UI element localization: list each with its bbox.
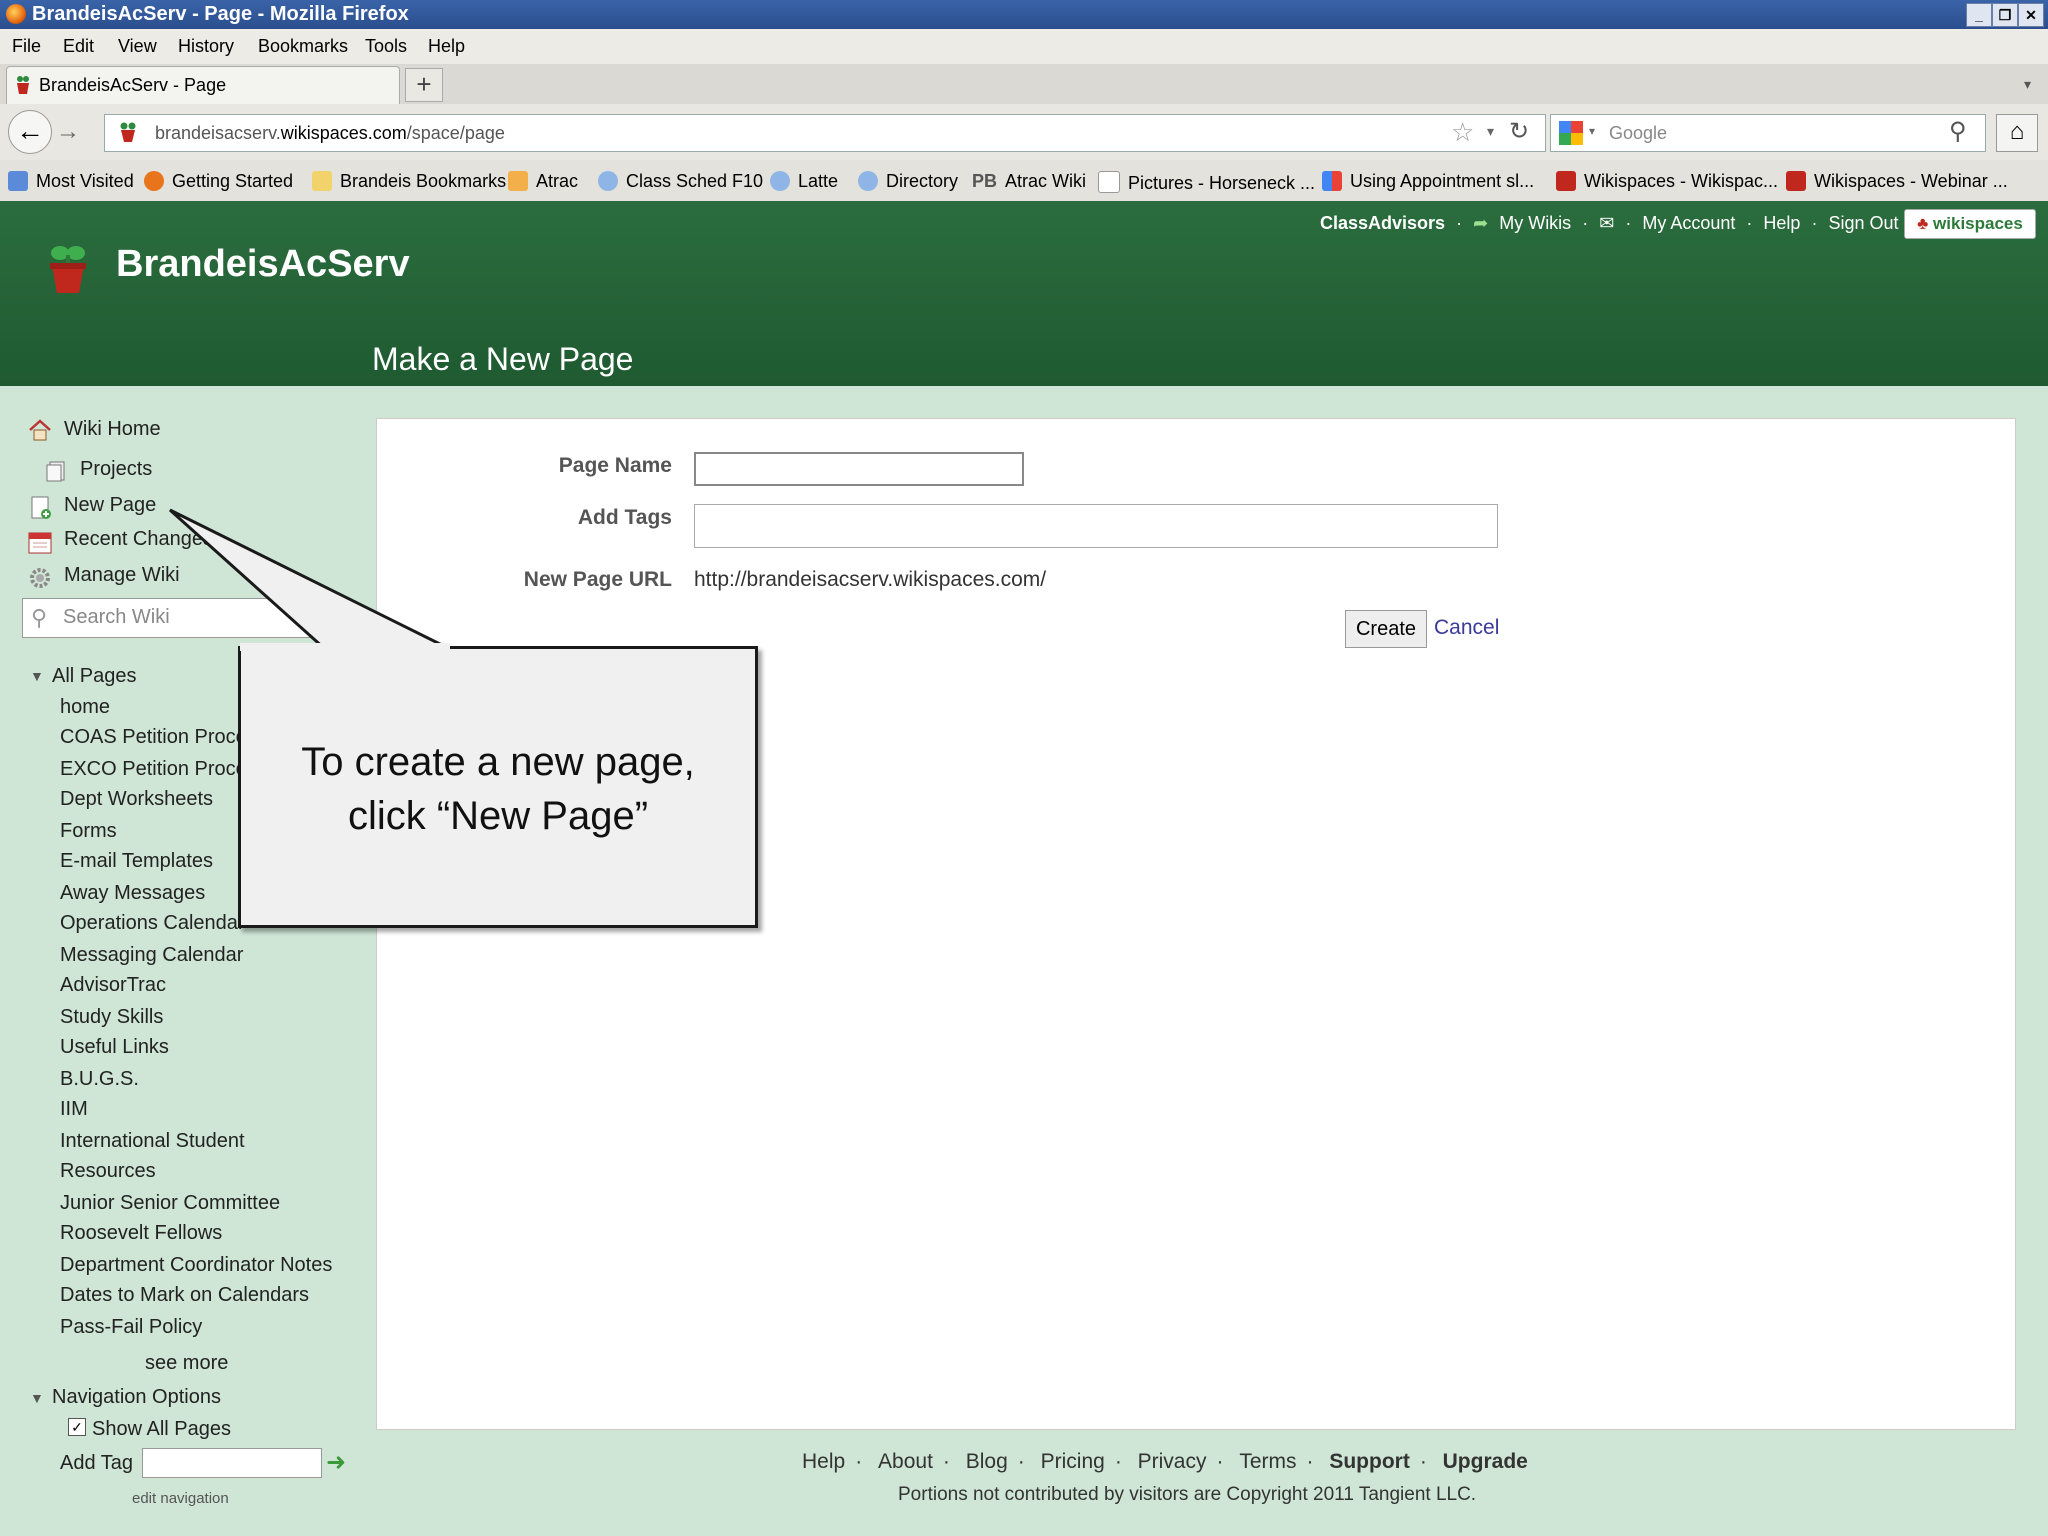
footer-terms-link[interactable]: Terms [1239, 1450, 1296, 1473]
my-wikis-arrow-icon: ➦ [1473, 213, 1489, 233]
add-tag-input[interactable] [142, 1448, 322, 1478]
sidebar-navigation-options[interactable]: Navigation Options [52, 1386, 221, 1409]
wikispaces-pot-icon [1786, 171, 1806, 191]
footer-about-link[interactable]: About [878, 1450, 933, 1473]
home-button[interactable]: ⌂ [1996, 114, 2038, 152]
sidebar-page-link[interactable]: COAS Petition Process [60, 726, 267, 749]
sidebar-page-link[interactable]: Junior Senior Committee [60, 1192, 280, 1215]
show-all-pages-label: Show All Pages [92, 1418, 231, 1440]
callout-text: To create a new page, click “New Page” [301, 740, 695, 838]
footer-blog-link[interactable]: Blog [966, 1450, 1008, 1473]
sidebar-page-link[interactable]: B.U.G.S. [60, 1068, 139, 1091]
google-icon [1559, 121, 1583, 145]
bookmark-wikispaces-webinar[interactable]: Wikispaces - Webinar ... [1786, 171, 2008, 192]
search-icon[interactable]: ⚲ [1949, 117, 1967, 146]
username-link[interactable]: ClassAdvisors [1320, 213, 1445, 233]
sidebar-page-link[interactable]: IIM [60, 1098, 88, 1121]
add-tags-input[interactable] [694, 504, 1498, 548]
bookmark-pictures-horseneck[interactable]: Pictures - Horseneck ... [1098, 171, 1315, 194]
home-icon: ⌂ [2009, 118, 2025, 145]
sidebar-page-link[interactable]: Messaging Calendar [60, 944, 243, 967]
sidebar-page-link[interactable]: Pass-Fail Policy [60, 1316, 202, 1339]
reload-icon[interactable]: ↻ [1509, 117, 1529, 146]
footer-privacy-link[interactable]: Privacy [1138, 1450, 1207, 1473]
restore-button[interactable]: ❐ [1992, 3, 2018, 27]
sidebar-page-link[interactable]: Operations Calendar [60, 912, 245, 935]
create-button[interactable]: Create [1345, 610, 1427, 648]
mail-icon[interactable]: ✉ [1599, 213, 1614, 233]
sidebar-page-link[interactable]: Dates to Mark on Calendars [60, 1284, 309, 1307]
search-bar[interactable]: ▾ Google ⚲ [1550, 114, 1986, 152]
sign-out-link[interactable]: Sign Out [1828, 213, 1898, 233]
sidebar-page-link[interactable]: Roosevelt Fellows [60, 1222, 222, 1245]
bookmark-directory[interactable]: Directory [858, 171, 958, 192]
wikispaces-badge[interactable]: ♣ wikispaces [1904, 209, 2036, 239]
footer-links: Help · About · Blog · Pricing · Privacy · Ter… [802, 1450, 1528, 1473]
sidebar-page-link[interactable]: International Student [60, 1130, 245, 1153]
callout-pointer [168, 508, 451, 651]
sidebar-page-link[interactable]: Study Skills [60, 1006, 163, 1029]
sidebar-page-link[interactable]: AdvisorTrac [60, 974, 166, 997]
bookmark-star-icon[interactable]: ☆ [1451, 117, 1474, 148]
bookmark-wikispaces-wikispac[interactable]: Wikispaces - Wikispac... [1556, 171, 1778, 192]
wikispaces-pot-icon [1556, 171, 1576, 191]
footer-support-link[interactable]: Support [1329, 1450, 1409, 1473]
footer-pricing-link[interactable]: Pricing [1041, 1450, 1105, 1473]
sidebar-page-link[interactable]: Department Coordinator Notes [60, 1254, 332, 1277]
sidebar-page-link[interactable]: E-mail Templates [60, 850, 213, 873]
page-icon [1098, 171, 1120, 193]
pbworks-icon: PB [972, 171, 998, 191]
my-account-link[interactable]: My Account [1642, 213, 1735, 233]
footer-copyright: Portions not contributed by visitors are… [898, 1484, 1477, 1505]
sidebar-page-link[interactable]: Forms [60, 820, 117, 843]
callout-join [240, 643, 450, 651]
minimize-button[interactable]: _ [1966, 3, 1992, 27]
bookmark-using-appointment[interactable]: Using Appointment sl... [1322, 171, 1534, 192]
user-bar: ClassAdvisors · ➦ My Wikis · ✉ · My Acco… [1320, 213, 1916, 233]
footer-help-link[interactable]: Help [802, 1450, 845, 1473]
bookmark-atrac-wiki[interactable]: PB Atrac Wiki [972, 171, 1086, 192]
globe-icon [858, 171, 878, 191]
show-all-pages-checkbox[interactable]: ✓ [68, 1418, 86, 1436]
sidebar-page-link[interactable]: Useful Links [60, 1036, 169, 1059]
edit-navigation-link[interactable]: edit navigation [132, 1490, 229, 1507]
sidebar-page-link[interactable]: EXCO Petition Process [60, 758, 267, 781]
tab-list-icon[interactable]: ▾ [2024, 76, 2031, 93]
wikispaces-pot-icon: ♣ [1917, 214, 1929, 233]
sidebar-page-link[interactable]: Dept Worksheets [60, 788, 213, 811]
url-dropdown-icon[interactable]: ▾ [1487, 123, 1494, 140]
my-wikis-link[interactable]: My Wikis [1499, 213, 1571, 233]
footer-upgrade-link[interactable]: Upgrade [1443, 1450, 1528, 1473]
add-tag-label: Add Tag [60, 1452, 134, 1474]
help-link[interactable]: Help [1763, 213, 1800, 233]
close-button[interactable]: ✕ [2018, 3, 2044, 27]
callout-box: To create a new page, click “New Page” [238, 646, 758, 928]
go-arrow-icon[interactable]: ➜ [326, 1448, 346, 1477]
cancel-link[interactable]: Cancel [1434, 616, 1499, 640]
search-placeholder: Google [1609, 123, 1668, 143]
sidebar-page-link[interactable]: Resources [60, 1160, 156, 1183]
sidebar-page-link[interactable]: Away Messages [60, 882, 205, 905]
google-icon [1322, 171, 1342, 191]
search-engine-dropdown-icon[interactable]: ▾ [1589, 124, 1595, 138]
see-more-link[interactable]: see more [145, 1352, 228, 1375]
collapse-triangle-icon[interactable]: ▼ [30, 1390, 44, 1406]
